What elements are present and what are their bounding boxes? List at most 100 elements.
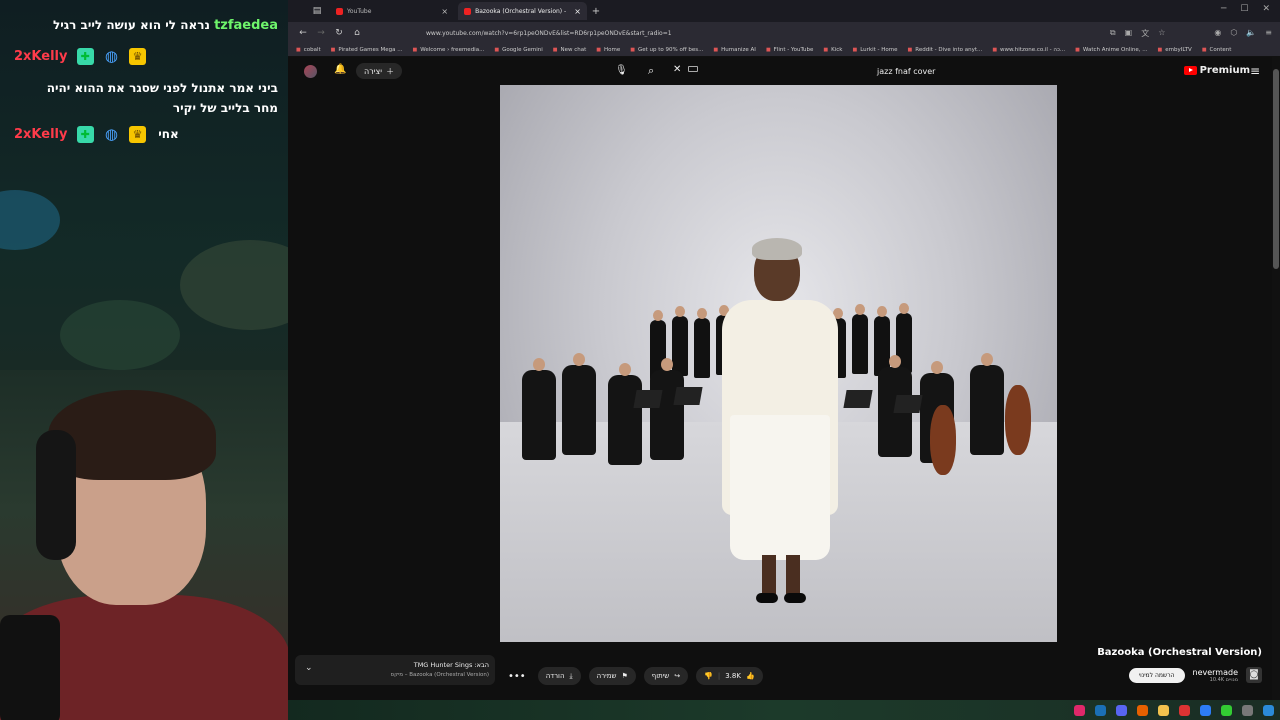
bookmark-item[interactable]: Kick [823,47,842,53]
choir-singer [694,308,710,378]
choir-singer [672,306,688,376]
bookmark-item[interactable]: Humanize AI [713,47,756,53]
share-button[interactable]: שיתוף ↪ [643,667,689,685]
bell-icon[interactable]: 🔔 [334,64,346,75]
leaf-decoration [180,240,288,330]
steam-icon[interactable] [1095,704,1106,716]
tab-bazooka[interactable]: Bazooka (Orchestral Version) - × [458,2,587,20]
taskbar-app-icon[interactable] [1074,704,1085,716]
minimize-icon[interactable]: ─ [1221,4,1226,14]
bookmark-item[interactable]: Flint - YouTube [766,47,814,53]
conductor-hair [752,238,802,260]
bookmark-star-icon[interactable]: ☆ [1158,28,1165,39]
crown-icon: ♛ [129,126,147,143]
menu-icon[interactable]: ≡ [1265,28,1272,39]
maximize-icon[interactable]: ☐ [1240,4,1248,14]
close-icon[interactable]: × [441,7,448,16]
home-icon[interactable]: ⌂ [348,28,366,38]
bookmark-item[interactable]: www.hitzone.co.il - כה... [992,47,1065,53]
tab-youtube[interactable]: YouTube × [330,2,454,20]
music-stand [673,387,703,405]
bookmark-item[interactable]: Lurkit - Home [852,47,897,53]
channel-info: nevermade 10.4K מנויים [1193,668,1239,683]
extensions-icon[interactable]: ⬡ [1230,28,1237,39]
subscribe-button[interactable]: הרשמה למינוי [1128,667,1185,683]
discord-icon[interactable] [1116,704,1127,716]
microphone [0,615,60,720]
download-button[interactable]: הורדה ⤓ [537,667,581,685]
vscode-icon[interactable] [1200,704,1211,716]
channel-name[interactable]: nevermade [1193,668,1239,677]
violinist [522,358,556,460]
bookmark-item[interactable]: Reddit - Dive into anyt... [908,47,982,53]
download-icon: ⤓ [569,671,573,680]
file-explorer-icon[interactable] [1158,704,1169,716]
like-count[interactable]: 3.8K [725,672,741,680]
plus-icon: ＋ [386,66,395,76]
more-icon[interactable]: ••• [504,671,530,682]
scrollbar[interactable] [1272,57,1280,700]
bookmark-item[interactable]: embyILTV [1158,47,1192,53]
crown-icon: ♛ [129,48,147,65]
channel-avatar-icon[interactable]: ◙ [1246,667,1262,683]
window-controls: ─ ☐ ✕ [1221,4,1270,14]
reload-icon[interactable]: ↻ [330,28,348,38]
youtube-logo[interactable]: Premium [1183,65,1250,76]
music-stand [893,395,923,413]
cello [930,405,956,475]
mic-icon[interactable]: 🎙 [615,65,628,76]
create-button[interactable]: יצירה ＋ [356,63,403,79]
like-icon[interactable]: 👍 [746,672,755,680]
globe-icon: ◍ [104,125,118,143]
tab-list-icon[interactable]: ▤ [308,6,326,16]
create-label: יצירה [364,66,383,76]
violinist [562,353,596,455]
forward-icon[interactable]: → [312,28,330,38]
bookmark-item[interactable]: Welcome › freemedia... [413,47,484,53]
chat-text: ביני אמר אתנול לפני שסגר את ההוא יהיה מח… [46,81,278,115]
chrome-icon[interactable] [1179,704,1190,716]
app-icon[interactable] [1242,704,1253,716]
chevron-down-icon[interactable]: ⌄ [305,663,313,673]
bookmark-item[interactable]: cobalt [296,47,321,53]
url-field[interactable]: www.youtube.com/watch?v=6rp1peONDvE&list… [426,30,672,37]
headphones [36,430,76,560]
screen: tzfaedea נראה לי הוא עושה לייב רגיל 2xKe… [0,0,1280,720]
bookmark-item[interactable]: New chat [553,47,587,53]
conductor-dress [730,415,830,560]
video-title: Bazooka (Orchestral Version) [1097,647,1262,658]
bookmark-item[interactable]: Watch Anime Online, ... [1075,47,1148,53]
firefox-icon[interactable] [1137,704,1148,716]
save-button[interactable]: שמירה ⚑ [588,667,636,685]
reader-icon[interactable]: ▣ [1125,28,1133,39]
bookmark-item[interactable]: Pirated Games Mega ... [331,47,402,53]
keyboard-icon[interactable] [688,66,698,72]
chat-username: 2xKelly [14,127,68,142]
sound-icon[interactable]: 🔈 [1246,28,1256,39]
dislike-icon[interactable]: 👎 [704,672,713,680]
up-next-subtitle: מיקס – Bazooka (Orchestral Version) [390,672,489,678]
search-input[interactable]: jazz fnaf cover [877,67,935,76]
screenshot-icon[interactable]: ⧉ [1110,28,1116,39]
bookmarks-bar: cobalt Pirated Games Mega ... Welcome › fr… [288,44,1280,57]
bookmark-item[interactable]: Content [1202,47,1232,53]
app-icon[interactable] [1221,704,1232,716]
scrollbar-thumb[interactable] [1273,69,1279,269]
video-player[interactable] [500,85,1057,642]
close-icon[interactable]: × [574,7,581,16]
avatar[interactable] [304,65,317,78]
up-next-card[interactable]: ⌄ TMG Hunter Sings :הבא מיקס – Bazooka (… [295,655,495,685]
bookmark-item[interactable]: Home [596,47,620,53]
hamburger-menu-icon[interactable]: ≡ [1250,64,1260,78]
clear-search-icon[interactable]: ✕ [673,64,681,75]
tab-bar: ▤ YouTube × Bazooka (Orchestral Version)… [288,0,1280,22]
bookmark-item[interactable]: Get up to 90% off bes... [630,47,703,53]
search-icon[interactable]: ⌕ [648,64,654,78]
new-tab-button[interactable]: + [587,6,605,17]
back-icon[interactable]: ← [294,28,312,38]
bookmark-item[interactable]: Google Gemini [494,47,543,53]
close-window-icon[interactable]: ✕ [1262,4,1270,14]
translate-icon[interactable]: 文 [1141,28,1149,39]
windows-start-icon[interactable] [1263,704,1274,716]
account-icon[interactable]: ◉ [1214,28,1221,39]
